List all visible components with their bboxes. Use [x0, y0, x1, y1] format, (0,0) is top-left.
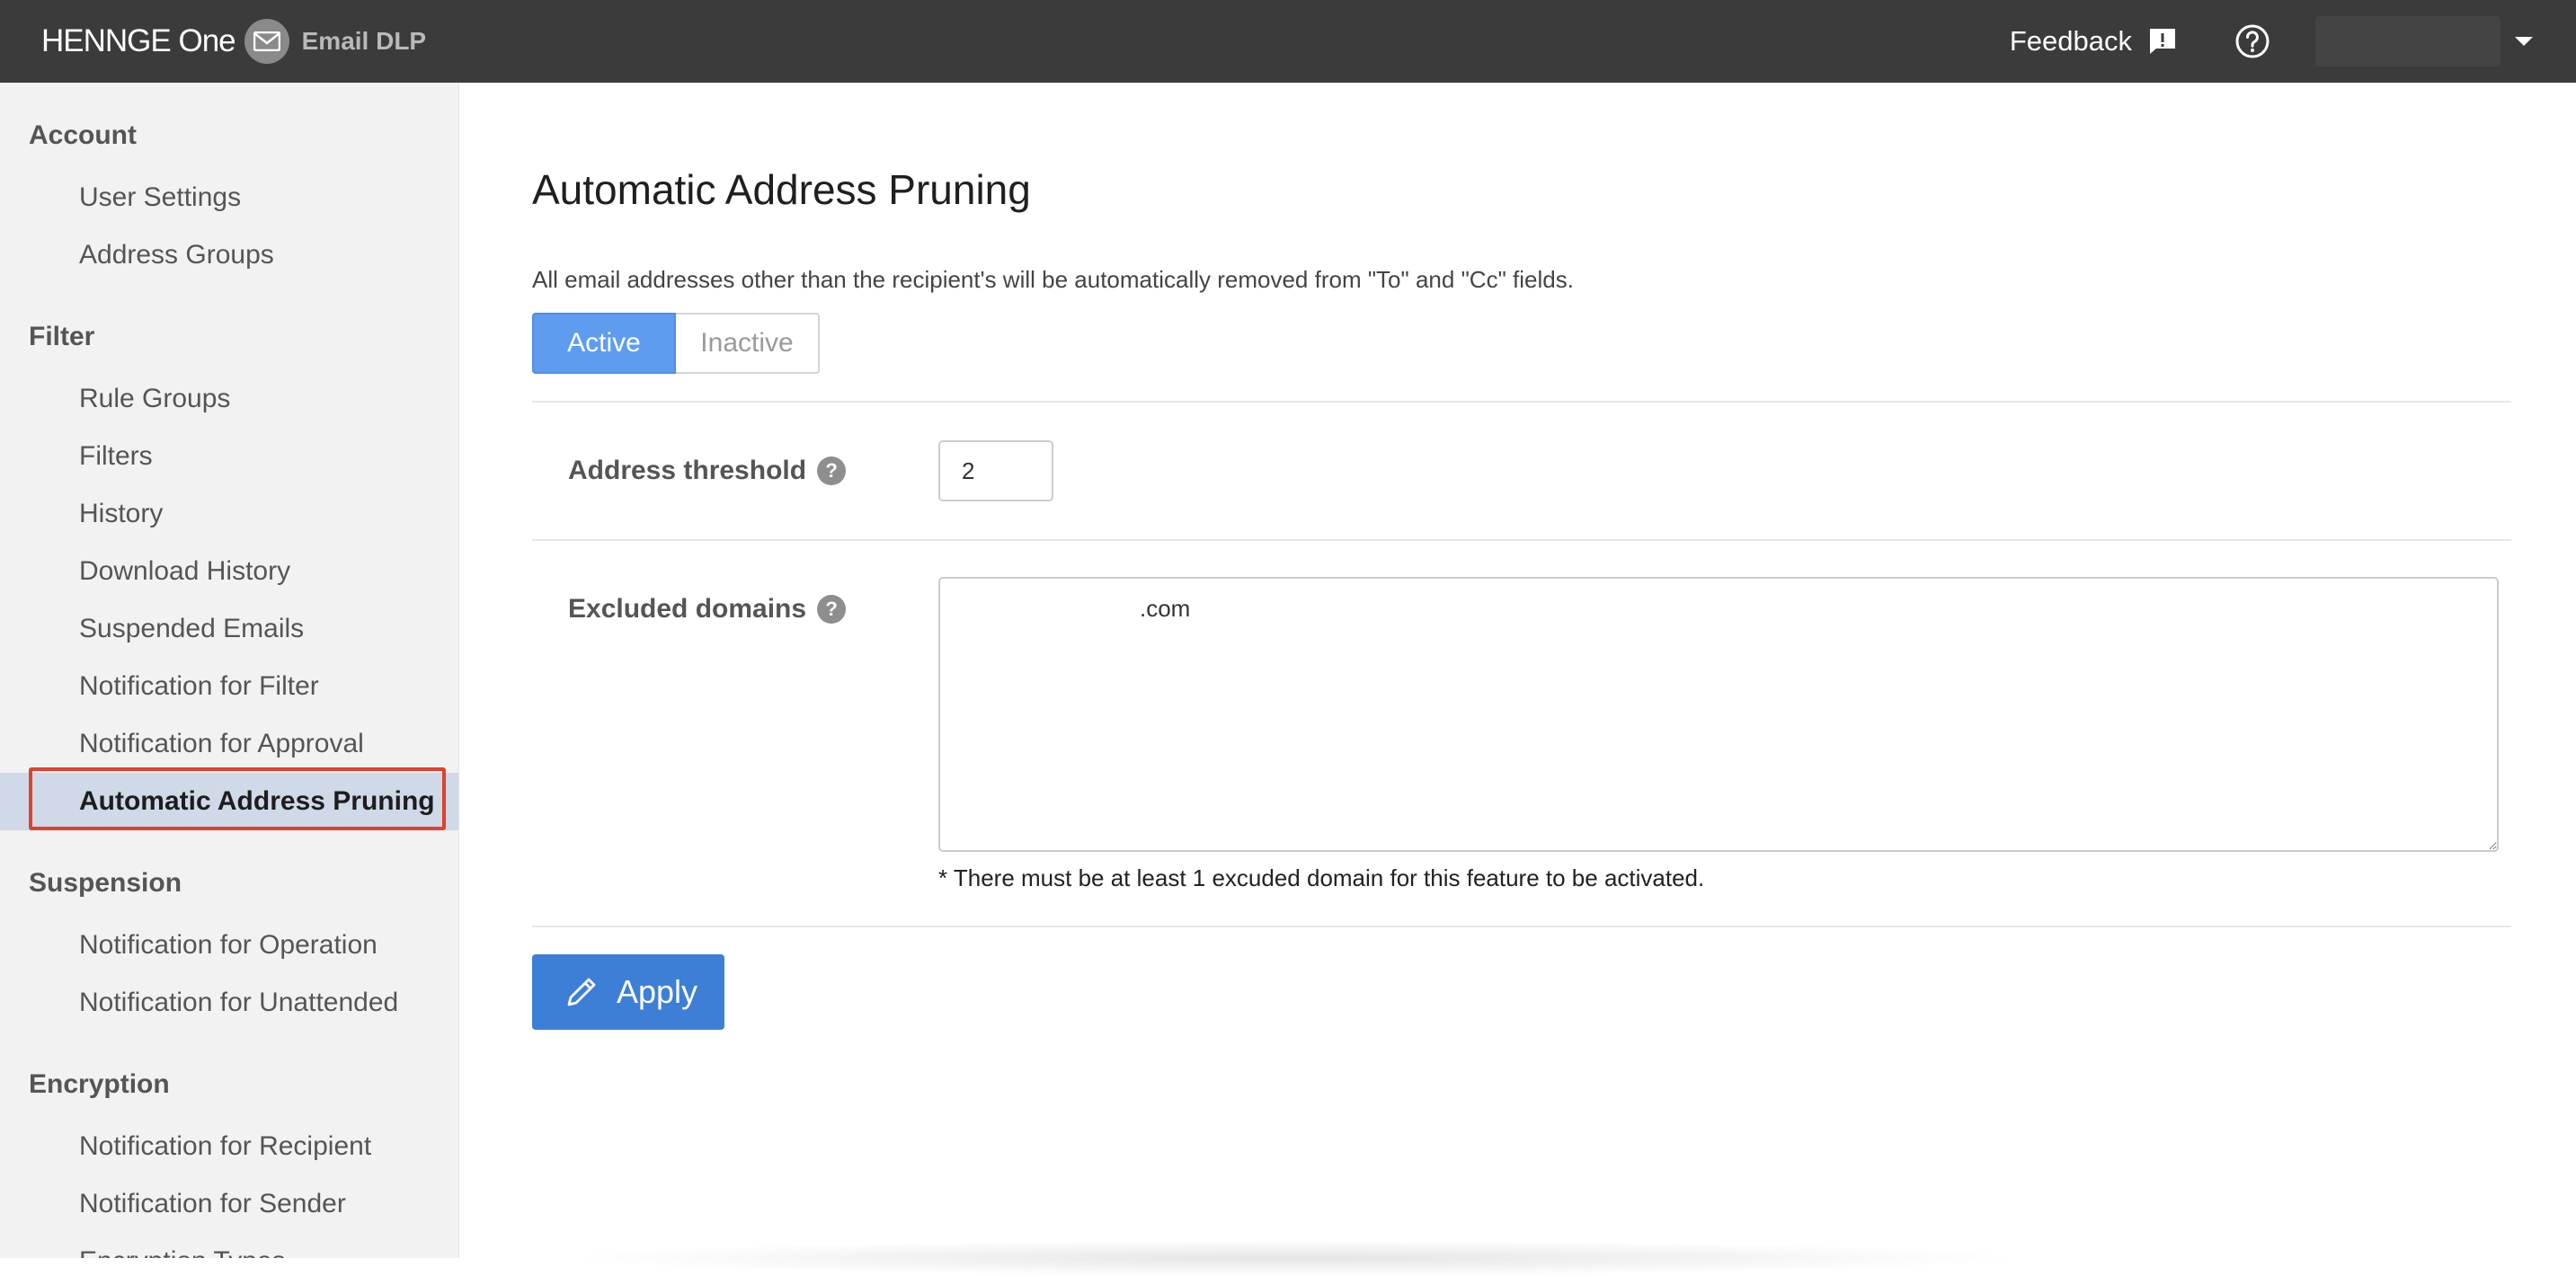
bottom-shadow — [557, 1240, 2031, 1276]
section-divider — [532, 539, 2511, 541]
sidebar-item-automatic-address-pruning[interactable]: Automatic Address Pruning — [0, 773, 458, 830]
question-mark-icon[interactable]: ? — [817, 456, 847, 485]
section-divider — [532, 401, 2511, 403]
sidebar-item-history[interactable]: History — [0, 485, 458, 543]
excluded-domains-note: * There must be at least 1 excuded domai… — [938, 864, 1705, 891]
sidebar-item-encryption-types[interactable]: Encryption Types — [0, 1233, 458, 1258]
sidebar-item-notification-for-operation[interactable]: Notification for Operation — [0, 917, 458, 974]
sidebar-nav: Account User Settings Address Groups Fil… — [0, 83, 459, 1258]
feedback-icon — [2146, 25, 2179, 58]
excluded-domains-label: Excluded domains — [568, 594, 807, 624]
help-circle-icon[interactable] — [2234, 23, 2270, 59]
sidebar-item-download-history[interactable]: Download History — [0, 543, 458, 600]
user-menu-name[interactable] — [2315, 16, 2500, 66]
sidebar-item-filters[interactable]: Filters — [0, 428, 458, 485]
excluded-domains-label-row: Excluded domains ? — [568, 589, 847, 629]
sidebar-item-address-groups[interactable]: Address Groups — [0, 226, 458, 284]
product-name: Email DLP — [301, 27, 427, 55]
address-threshold-label-row: Address threshold ? — [568, 451, 847, 491]
active-toggle-button[interactable]: Active — [532, 313, 676, 374]
section-divider — [532, 926, 2511, 927]
sidebar-item-user-settings[interactable]: User Settings — [0, 169, 458, 226]
apply-button[interactable]: Apply — [532, 954, 724, 1030]
sidebar-item-suspended-emails[interactable]: Suspended Emails — [0, 600, 458, 658]
sidebar-section-filter: Filter — [29, 322, 95, 351]
sidebar-item-rule-groups[interactable]: Rule Groups — [0, 370, 458, 428]
feedback-button[interactable]: Feedback — [2010, 25, 2179, 58]
sidebar-item-notification-for-approval[interactable]: Notification for Approval — [0, 715, 458, 773]
sidebar-section-suspension: Suspension — [29, 868, 182, 898]
pencil-icon — [567, 978, 596, 1006]
mail-envelope-icon — [244, 19, 289, 64]
sidebar-item-notification-for-sender[interactable]: Notification for Sender — [0, 1175, 458, 1233]
header-actions: Feedback — [2010, 0, 2576, 83]
feedback-label: Feedback — [2009, 25, 2132, 57]
brand-name: HENNGE One — [41, 23, 236, 58]
sidebar-section-encryption: Encryption — [29, 1069, 170, 1099]
top-bar: HENNGE One Email DLP Feedback — [0, 0, 2576, 83]
excluded-domains-textarea[interactable]: .com — [938, 577, 2499, 852]
sidebar-item-notification-for-recipient[interactable]: Notification for Recipient — [0, 1118, 458, 1175]
sidebar-section-account: Account — [29, 120, 137, 150]
address-threshold-label: Address threshold — [568, 456, 807, 485]
page-description: All email addresses other than the recip… — [532, 266, 1574, 293]
address-threshold-input[interactable] — [938, 440, 1053, 501]
apply-button-label: Apply — [617, 973, 698, 1010]
inactive-toggle-button[interactable]: Inactive — [676, 313, 820, 374]
sidebar-item-notification-for-unattended[interactable]: Notification for Unattended — [0, 974, 458, 1032]
brand-logo[interactable]: HENNGE One Email DLP — [41, 19, 426, 64]
question-mark-icon[interactable]: ? — [817, 595, 847, 624]
sidebar-item-notification-for-filter[interactable]: Notification for Filter — [0, 658, 458, 715]
status-toggle: Active Inactive — [532, 313, 820, 374]
caret-down-icon[interactable] — [2513, 31, 2535, 52]
page-title: Automatic Address Pruning — [532, 166, 1031, 213]
